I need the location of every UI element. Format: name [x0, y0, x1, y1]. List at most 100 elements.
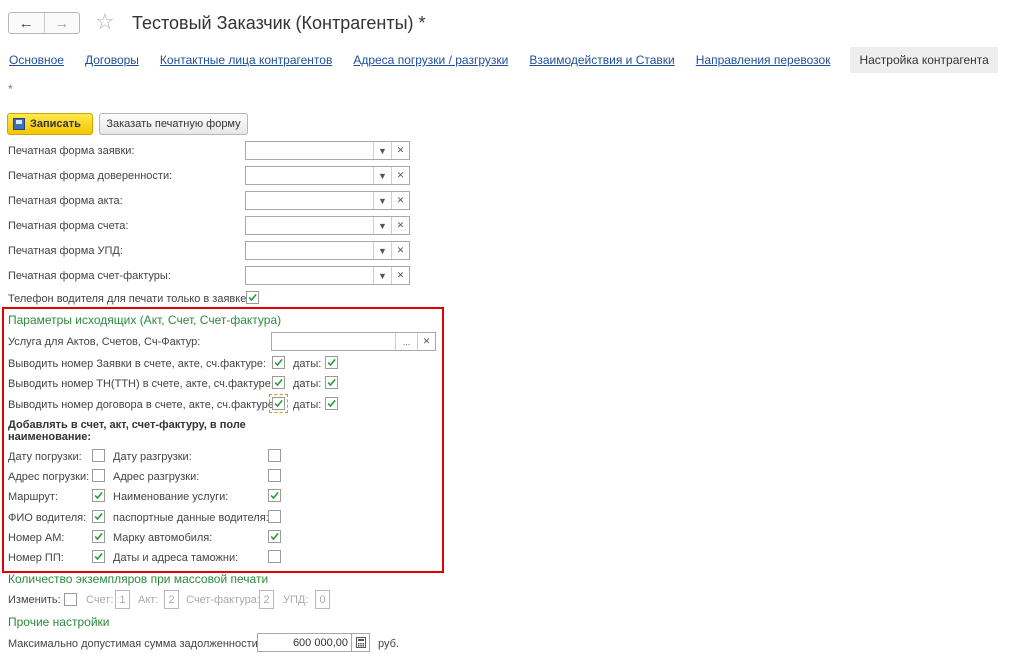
- dropdown-icon[interactable]: ▼: [373, 217, 391, 234]
- field-value[interactable]: [246, 142, 373, 159]
- print-form-vat-invoice-label: Печатная форма счет-фактуры:: [8, 270, 171, 282]
- unload-date-checkbox[interactable]: [268, 449, 281, 462]
- add-to-name-title-line1: Добавлять в счет, акт, счет-фактуру, в п…: [8, 419, 246, 431]
- copies-change-label: Изменить:: [8, 594, 61, 606]
- copies-vat-invoice-field[interactable]: 2: [259, 590, 274, 609]
- load-address-checkbox[interactable]: [92, 469, 105, 482]
- tab-addresses[interactable]: Адреса погрузки / разгрузки: [352, 53, 509, 67]
- field-value[interactable]: [246, 192, 373, 209]
- checkmark-icon: [327, 358, 336, 367]
- select-button[interactable]: ...: [395, 333, 417, 350]
- tn-date-checkbox[interactable]: [325, 376, 338, 389]
- print-form-upd-field[interactable]: ▼ ✕: [245, 241, 410, 260]
- dropdown-icon[interactable]: ▼: [373, 142, 391, 159]
- vehicle-brand-checkbox[interactable]: [268, 530, 281, 543]
- tn-number-checkbox[interactable]: [272, 376, 285, 389]
- dropdown-icon[interactable]: ▼: [373, 267, 391, 284]
- clear-icon[interactable]: ✕: [391, 192, 409, 209]
- clear-icon[interactable]: ✕: [391, 142, 409, 159]
- tab-interactions[interactable]: Взаимодействия и Ставки: [528, 53, 675, 67]
- load-date-checkbox[interactable]: [92, 449, 105, 462]
- clear-icon[interactable]: ✕: [417, 333, 435, 350]
- tab-main[interactable]: Основное: [8, 53, 65, 67]
- load-address-label: Адрес погрузки:: [8, 471, 90, 483]
- modified-marker: *: [8, 82, 13, 96]
- tn-number-label: Выводить номер ТН(ТТН) в счете, акте, сч…: [8, 378, 274, 390]
- field-value[interactable]: [246, 167, 373, 184]
- checkmark-icon: [327, 399, 336, 408]
- copies-upd-field[interactable]: 0: [315, 590, 330, 609]
- contract-number-checkbox[interactable]: [269, 394, 288, 413]
- clear-icon[interactable]: ✕: [391, 242, 409, 259]
- field-value[interactable]: [246, 217, 373, 234]
- payment-order-checkbox[interactable]: [92, 550, 105, 563]
- unload-address-checkbox[interactable]: [268, 469, 281, 482]
- tab-directions[interactable]: Направления перевозок: [695, 53, 832, 67]
- contract-number-label: Выводить номер договора в счете, акте, с…: [8, 399, 278, 411]
- tab-settings[interactable]: Настройка контрагента: [850, 47, 998, 73]
- back-arrow-icon[interactable]: ←: [9, 13, 44, 33]
- vehicle-number-checkbox[interactable]: [92, 530, 105, 543]
- service-field[interactable]: ... ✕: [271, 332, 436, 351]
- clear-icon[interactable]: ✕: [391, 217, 409, 234]
- route-checkbox[interactable]: [92, 489, 105, 502]
- service-label: Услуга для Актов, Счетов, Сч-Фактур:: [8, 336, 201, 348]
- field-value[interactable]: [246, 242, 373, 259]
- print-form-vat-invoice-field[interactable]: ▼ ✕: [245, 266, 410, 285]
- print-form-invoice-field[interactable]: ▼ ✕: [245, 216, 410, 235]
- copies-upd-label: УПД:: [283, 594, 309, 606]
- dropdown-icon[interactable]: ▼: [373, 242, 391, 259]
- copies-act-field[interactable]: 2: [164, 590, 179, 609]
- load-date-label: Дату погрузки:: [8, 451, 82, 463]
- checkmark-icon: [94, 512, 103, 521]
- checkmark-icon: [270, 532, 279, 541]
- checkmark-icon: [270, 491, 279, 500]
- navigation-buttons: ← →: [8, 12, 80, 34]
- service-name-checkbox[interactable]: [268, 489, 281, 502]
- unload-date-label: Дату разгрузки:: [113, 451, 192, 463]
- calculator-icon[interactable]: [352, 633, 370, 652]
- driver-name-checkbox[interactable]: [92, 510, 105, 523]
- currency-label: руб.: [378, 638, 399, 650]
- payment-order-label: Номер ПП:: [8, 552, 64, 564]
- print-form-proxy-field[interactable]: ▼ ✕: [245, 166, 410, 185]
- contract-date-label: даты:: [293, 399, 322, 411]
- dropdown-icon[interactable]: ▼: [373, 192, 391, 209]
- print-form-invoice-label: Печатная форма счета:: [8, 220, 129, 232]
- max-debt-field[interactable]: 600 000,00: [257, 633, 352, 652]
- order-print-form-button[interactable]: Заказать печатную форму: [99, 113, 248, 135]
- checkmark-icon: [94, 491, 103, 500]
- print-form-act-label: Печатная форма акта:: [8, 195, 123, 207]
- print-form-request-field[interactable]: ▼ ✕: [245, 141, 410, 160]
- customs-checkbox[interactable]: [268, 550, 281, 563]
- forward-arrow-icon[interactable]: →: [43, 13, 80, 33]
- outgoing-section-title: Параметры исходящих (Акт, Счет, Счет-фак…: [8, 313, 282, 327]
- clear-icon[interactable]: ✕: [391, 267, 409, 284]
- checkmark-icon: [274, 358, 283, 367]
- field-value[interactable]: [246, 267, 373, 284]
- other-section-title: Прочие настройки: [8, 615, 110, 629]
- checkmark-icon: [94, 532, 103, 541]
- favorite-star-icon[interactable]: ☆: [95, 9, 115, 35]
- contract-date-checkbox[interactable]: [325, 397, 338, 410]
- print-form-request-label: Печатная форма заявки:: [8, 145, 135, 157]
- print-form-act-field[interactable]: ▼ ✕: [245, 191, 410, 210]
- copies-invoice-field[interactable]: 1: [115, 590, 130, 609]
- service-name-label: Наименование услуги:: [113, 491, 229, 503]
- copies-change-checkbox[interactable]: [64, 593, 77, 606]
- customs-label: Даты и адреса таможни:: [113, 552, 239, 564]
- tab-contacts[interactable]: Контактные лица контрагентов: [159, 53, 333, 67]
- driver-phone-checkbox[interactable]: [246, 291, 259, 304]
- dropdown-icon[interactable]: ▼: [373, 167, 391, 184]
- add-to-name-title-line2: наименование:: [8, 431, 92, 443]
- request-date-checkbox[interactable]: [325, 356, 338, 369]
- tab-contracts[interactable]: Договоры: [84, 53, 140, 67]
- copies-act-label: Акт:: [138, 594, 159, 606]
- request-number-checkbox[interactable]: [272, 356, 285, 369]
- max-debt-label: Максимально допустимая сумма задолженнос…: [8, 638, 261, 650]
- driver-passport-checkbox[interactable]: [268, 510, 281, 523]
- save-button[interactable]: Записать: [7, 113, 93, 135]
- print-form-proxy-label: Печатная форма доверенности:: [8, 170, 173, 182]
- field-value[interactable]: [272, 333, 395, 350]
- clear-icon[interactable]: ✕: [391, 167, 409, 184]
